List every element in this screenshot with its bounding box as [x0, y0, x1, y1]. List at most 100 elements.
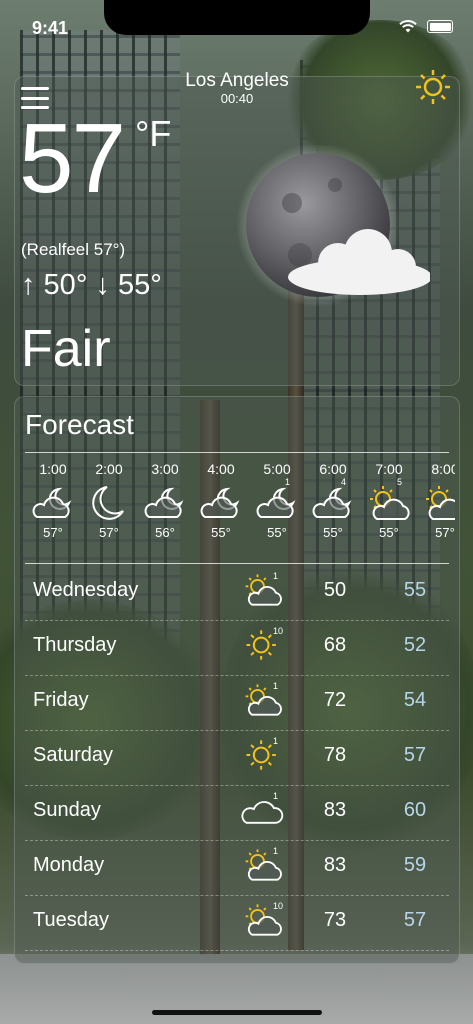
- day-low-temperature: 52: [403, 634, 427, 656]
- day-low-temperature: 57: [403, 744, 427, 766]
- precip-probability: 1: [273, 736, 279, 746]
- day-high-temperature: 83: [323, 854, 347, 876]
- cloud-sun-icon: [245, 849, 282, 881]
- cloud-icon: [241, 801, 284, 824]
- divider: [25, 563, 449, 564]
- high-low-temperature: ↑ 50° ↓ 55°: [21, 269, 162, 301]
- hourly-item: 4:00 55°: [193, 461, 249, 540]
- day-high-temperature: 73: [323, 909, 347, 931]
- day-name: Wednesday: [33, 579, 139, 601]
- hourly-item: 5:00 1 55°: [249, 461, 305, 540]
- hourly-item: 8:00 57°: [417, 461, 455, 540]
- day-low-temperature: 54: [403, 689, 427, 711]
- wifi-icon: [399, 20, 417, 33]
- cloud-moon-icon: [144, 487, 184, 518]
- day-name: Friday: [33, 689, 89, 711]
- day-low-temperature: 60: [403, 799, 427, 821]
- moon-cloud-icon: [236, 145, 430, 307]
- daily-row-saturday[interactable]: Saturday 1 78 57: [25, 730, 449, 786]
- forecast-title: Forecast: [25, 409, 134, 440]
- daily-row-sunday[interactable]: Sunday 1 83 60: [25, 785, 449, 841]
- precip-probability: 5: [397, 477, 403, 487]
- hour-temperature: 55°: [323, 525, 343, 540]
- day-high-temperature: 72: [323, 689, 347, 711]
- day-high-temperature: 78: [323, 744, 347, 766]
- daily-row-friday[interactable]: Friday 1 72 54: [25, 675, 449, 731]
- weather-icon-cell: 10: [241, 901, 285, 944]
- day-high-temperature: 83: [323, 799, 347, 821]
- hour-time: 6:00: [319, 461, 347, 477]
- hour-time: 2:00: [95, 461, 123, 477]
- cloud-moon-icon: [200, 487, 240, 518]
- day-name: Monday: [33, 854, 105, 876]
- divider: [25, 452, 449, 453]
- precip-probability: 1: [273, 791, 279, 801]
- hourly-item: 6:00 4 55°: [305, 461, 361, 540]
- day-name: Tuesday: [33, 909, 109, 931]
- sun-icon: [246, 740, 276, 770]
- temperature-unit: °F: [135, 113, 172, 154]
- cloud-moon-icon: [32, 487, 72, 518]
- hour-time: 3:00: [151, 461, 179, 477]
- precip-probability: 10: [273, 901, 284, 911]
- sun-icon[interactable]: [413, 67, 453, 107]
- status-icons: [399, 20, 453, 33]
- hourly-item: 7:00 5 55°: [361, 461, 417, 540]
- cloud-moon-icon: [256, 487, 296, 518]
- hourly-item: 3:00 56°: [137, 461, 193, 540]
- weather-icon-cell: 10: [241, 626, 285, 669]
- precip-probability: 1: [273, 571, 279, 581]
- daily-row-tuesday[interactable]: Tuesday 10 73 57: [25, 895, 449, 951]
- day-high-temperature: 50: [323, 579, 347, 601]
- status-time: 9:41: [32, 18, 69, 38]
- weather-icon-cell: 1: [241, 791, 285, 834]
- day-name: Thursday: [33, 634, 117, 656]
- precip-probability: 1: [273, 846, 279, 856]
- hour-time: 1:00: [39, 461, 67, 477]
- day-low-temperature: 55: [403, 579, 427, 601]
- hour-time: 5:00: [263, 461, 291, 477]
- hour-temperature: 57°: [43, 525, 63, 540]
- hour-temperature: 55°: [267, 525, 287, 540]
- hour-time: 7:00: [375, 461, 403, 477]
- hour-temperature: 55°: [379, 525, 399, 540]
- daily-row-monday[interactable]: Monday 1 83 59: [25, 840, 449, 896]
- moon-icon: [92, 486, 124, 520]
- hour-temperature: 56°: [155, 525, 175, 540]
- realfeel-temperature: (Realfeel 57°): [21, 240, 126, 259]
- precip-probability: 10: [273, 626, 284, 636]
- hour-temperature: 57°: [99, 525, 119, 540]
- current-temperature: 57: [19, 103, 126, 213]
- weather-icon-cell: 1: [241, 846, 285, 889]
- home-indicator[interactable]: [152, 1010, 322, 1015]
- hour-temperature: 57°: [435, 525, 455, 540]
- battery-icon: [427, 20, 453, 33]
- precip-probability: 4: [341, 477, 347, 487]
- notch: [104, 0, 370, 35]
- daily-row-wednesday[interactable]: Wednesday 1 50 55: [25, 565, 449, 621]
- city-name: Los Angeles: [185, 70, 289, 91]
- hourly-item: 2:00 57°: [81, 461, 137, 540]
- weather-icon-cell: 1: [241, 571, 285, 614]
- cloud-moon-icon: [312, 487, 352, 518]
- precip-probability: 1: [273, 681, 279, 691]
- daily-row-thursday[interactable]: Thursday 10 68 52: [25, 620, 449, 676]
- day-high-temperature: 68: [323, 634, 347, 656]
- day-name: Saturday: [33, 744, 114, 766]
- current-weather-card: Los Angeles 00:40 57 °F (Realfeel 57°) ↑…: [14, 70, 460, 386]
- precip-probability: 1: [285, 477, 291, 487]
- day-low-temperature: 57: [403, 909, 427, 931]
- cloud-sun-icon: [426, 486, 455, 520]
- hour-time: 4:00: [207, 461, 235, 477]
- forecast-card: Forecast 1:00 57° 2:00 57° 3:00 56° 4:00…: [14, 396, 460, 964]
- cloud-sun-icon: [245, 684, 282, 716]
- hour-time: 8:00: [431, 461, 455, 477]
- hourly-forecast[interactable]: 1:00 57° 2:00 57° 3:00 56° 4:00 55° 5:00…: [25, 461, 455, 561]
- weather-icon-cell: 1: [241, 736, 285, 779]
- cloud-sun-icon: [370, 486, 410, 520]
- cloud-sun-icon: [245, 574, 282, 606]
- hourly-item: 1:00 57°: [25, 461, 81, 540]
- weather-icon-cell: 1: [241, 681, 285, 724]
- hour-temperature: 55°: [211, 525, 231, 540]
- day-name: Sunday: [33, 799, 101, 821]
